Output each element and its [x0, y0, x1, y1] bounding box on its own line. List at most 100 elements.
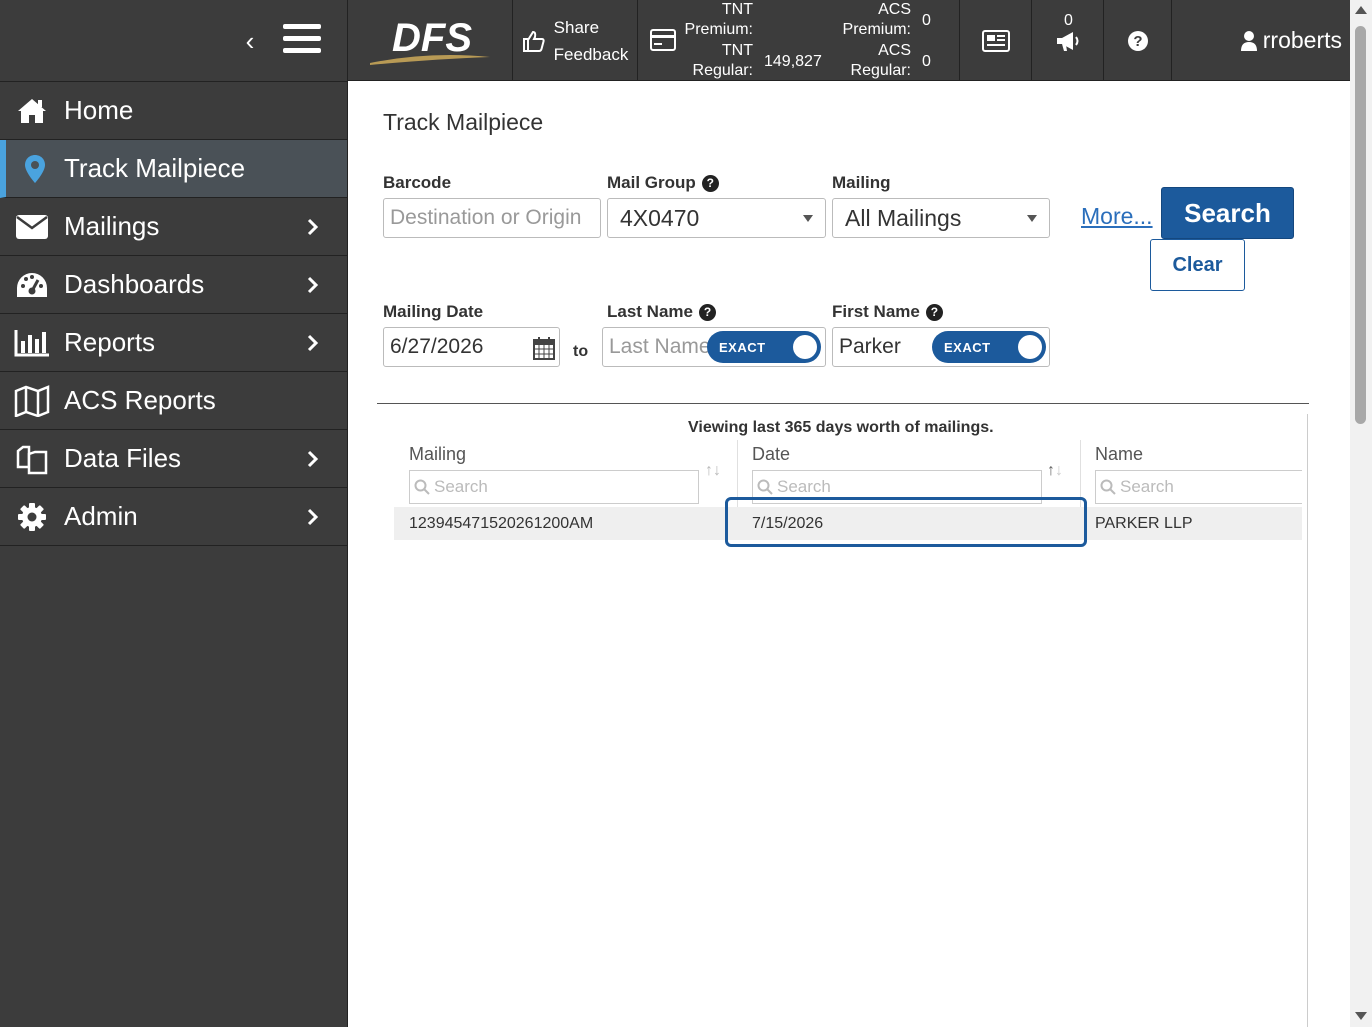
tnt-regular-label: TNT Regular:: [692, 42, 753, 79]
search-button[interactable]: Search: [1161, 187, 1294, 239]
sidebar-item-data-files[interactable]: Data Files: [0, 430, 347, 488]
user-menu[interactable]: rroberts: [1172, 0, 1350, 81]
sidebar-item-label: Track Mailpiece: [64, 153, 246, 183]
first-name-label: First Name?: [832, 302, 943, 322]
scroll-down-icon[interactable]: [1355, 1012, 1367, 1020]
last-name-exact-toggle[interactable]: EXACT: [707, 331, 821, 363]
mailing-label: Mailing: [832, 173, 891, 192]
collapse-sidebar-icon[interactable]: ‹: [238, 26, 262, 56]
barcode-label: Barcode: [383, 173, 452, 192]
scroll-thumb[interactable]: [1355, 26, 1366, 424]
help-button[interactable]: ?: [1104, 0, 1172, 81]
sidebar-item-mailings[interactable]: Mailings: [0, 198, 347, 256]
sidebar-item-label: Reports: [64, 327, 156, 357]
scroll-up-icon[interactable]: [1355, 6, 1367, 14]
home-icon: [0, 97, 64, 125]
more-link[interactable]: More...: [1081, 203, 1153, 230]
sidebar-item-admin[interactable]: Admin: [0, 488, 347, 546]
barcode-field[interactable]: [383, 198, 601, 238]
bar-chart-icon: [0, 329, 64, 357]
envelope-icon: [0, 214, 64, 240]
sidebar-item-label: Dashboards: [64, 269, 205, 299]
newspaper-icon: [981, 29, 1010, 52]
mail-group-label: Mail Group?: [607, 173, 719, 193]
svg-text:DFS: DFS: [392, 16, 472, 60]
hamburger-menu-icon[interactable]: [283, 24, 321, 58]
clear-button[interactable]: Clear: [1150, 239, 1245, 291]
gear-icon: [0, 502, 64, 532]
column-header-name[interactable]: Name: [1095, 444, 1143, 465]
tnt-regular-value: 149,827: [764, 53, 822, 70]
section-divider: [377, 403, 1309, 404]
svg-text:?: ?: [1133, 33, 1142, 50]
chevron-right-icon: [307, 276, 319, 294]
cell-name: PARKER LLP: [1095, 515, 1193, 532]
acs-regular-label: ACS Regular:: [850, 42, 911, 79]
sidebar-top: ‹: [0, 0, 347, 82]
tnt-premium-label: TNT Premium:: [684, 1, 753, 38]
news-button[interactable]: [960, 0, 1032, 81]
acs-premium-label: ACS Premium:: [842, 1, 911, 38]
help-circle-icon: ?: [1127, 30, 1148, 51]
sidebar-item-label: Mailings: [64, 211, 160, 241]
sidebar-item-label: Home: [64, 95, 134, 125]
sidebar-item-home[interactable]: Home: [0, 82, 347, 140]
toggle-knob: [1018, 335, 1042, 359]
sort-icon[interactable]: ↑↓: [705, 462, 721, 480]
results-grid: Mailing ↑↓ Search Date ↑↓ Search Name Se…: [394, 414, 1308, 1027]
search-icon: [1100, 479, 1116, 495]
main-content: Track Mailpiece Barcode Mail Group? 4X04…: [348, 81, 1350, 1027]
page-scrollbar[interactable]: [1350, 0, 1372, 1027]
bullhorn-icon: [1056, 31, 1078, 51]
dashboard-icon: [0, 271, 64, 299]
help-icon[interactable]: ?: [698, 303, 716, 321]
mailing-select[interactable]: All Mailings: [832, 198, 1050, 238]
dropdown-caret-icon: [1027, 215, 1037, 222]
date-range-to-label: to: [573, 343, 589, 360]
usage-counts[interactable]: TNT Premium: 0 TNT Regular: 149,827 ACS …: [638, 0, 1073, 81]
sidebar-item-label: ACS Reports: [64, 385, 216, 415]
files-icon: [0, 443, 64, 475]
sidebar: ‹ Home Track Mailpiece Mailings Dashboar…: [0, 0, 348, 1027]
sidebar-item-reports[interactable]: Reports: [0, 314, 347, 372]
chevron-right-icon: [307, 334, 319, 352]
mailing-value: All Mailings: [845, 204, 962, 231]
thumbs-up-icon: [522, 30, 545, 52]
barcode-input[interactable]: [390, 206, 600, 230]
feedback-label-line2: Feedback: [553, 44, 629, 64]
acs-premium-value: 0: [922, 12, 931, 29]
acs-regular-value: 0: [922, 53, 931, 70]
column-header-mailing[interactable]: Mailing: [409, 444, 466, 465]
sidebar-item-acs-reports[interactable]: ACS Reports: [0, 372, 347, 430]
announcements-button[interactable]: [1032, 0, 1104, 81]
username: rroberts: [1262, 27, 1342, 53]
sidebar-item-label: Data Files: [64, 443, 182, 473]
cell-focus-outline: [725, 497, 1087, 547]
sidebar-item-dashboards[interactable]: Dashboards: [0, 256, 347, 314]
feedback-label-line1: Share: [553, 17, 600, 37]
cell-mailing: 12394547152026120​0AM: [409, 515, 594, 532]
search-icon: [414, 479, 430, 495]
search-icon: [757, 479, 773, 495]
mailing-filter-input[interactable]: Search: [409, 470, 699, 504]
calendar-icon[interactable]: [533, 336, 555, 360]
dfs-logo[interactable]: DFS: [348, 0, 513, 81]
last-name-input[interactable]: [609, 335, 709, 359]
user-icon: [1240, 30, 1257, 51]
name-filter-input[interactable]: Search: [1095, 470, 1302, 504]
sidebar-item-track-mailpiece[interactable]: Track Mailpiece: [0, 140, 347, 198]
help-icon[interactable]: ?: [701, 174, 719, 192]
map-icon: [0, 384, 64, 417]
dropdown-caret-icon: [803, 215, 813, 222]
last-name-label: Last Name?: [607, 302, 716, 322]
share-feedback-button[interactable]: Share Feedback: [513, 0, 638, 81]
top-header: DFS Share Feedback TNT Premium: 0 TNT Re…: [348, 0, 1350, 81]
toggle-knob: [793, 335, 817, 359]
sort-asc-icon[interactable]: ↑↓: [1047, 462, 1063, 480]
first-name-exact-toggle[interactable]: EXACT: [932, 331, 1046, 363]
page-title: Track Mailpiece: [383, 109, 544, 135]
help-icon[interactable]: ?: [925, 303, 943, 321]
mail-group-select[interactable]: 4X0470: [607, 198, 826, 238]
column-header-date[interactable]: Date: [752, 444, 790, 465]
mailing-date-field[interactable]: 6/27/2026: [383, 327, 560, 367]
